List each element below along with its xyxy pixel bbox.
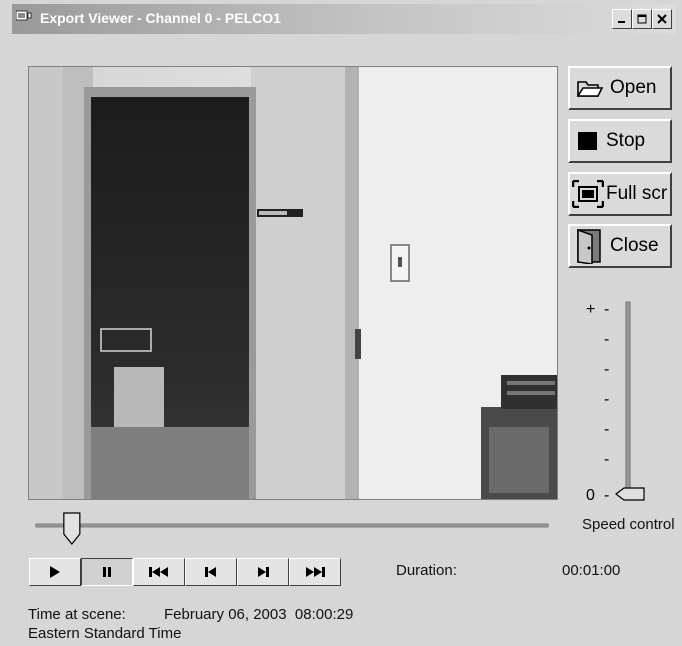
- door-icon: [577, 228, 601, 264]
- speed-min-marker: 0: [586, 487, 595, 504]
- skip-to-start-button[interactable]: [133, 558, 185, 586]
- folder-open-icon: [576, 81, 604, 97]
- stop-square-icon: [578, 132, 597, 150]
- speed-slider-thumb[interactable]: [615, 487, 645, 501]
- close-icon: [657, 14, 667, 24]
- video-scene-image: [29, 67, 557, 499]
- speed-tick: -: [604, 331, 609, 348]
- step-forward-icon: [258, 567, 269, 577]
- fullscreen-icon: [572, 180, 604, 208]
- time-at-scene-value: February 06, 2003 08:00:29: [164, 606, 354, 623]
- close-button-label: Close: [610, 235, 659, 256]
- fullscreen-button[interactable]: Full scr: [568, 172, 672, 216]
- speed-tick: -: [604, 487, 609, 504]
- skip-to-end-icon: [306, 567, 325, 577]
- step-forward-button[interactable]: [237, 558, 289, 586]
- maximize-button[interactable]: [632, 9, 652, 29]
- speed-tick: -: [604, 391, 609, 408]
- close-button[interactable]: Close: [568, 224, 672, 268]
- stop-button[interactable]: Stop: [568, 119, 672, 163]
- stop-button-label: Stop: [606, 130, 646, 151]
- seek-bar[interactable]: [30, 510, 560, 550]
- speed-tick: -: [604, 421, 609, 438]
- speed-tick: -: [604, 451, 609, 468]
- speed-control-label: Speed control: [582, 516, 675, 533]
- window-app-icon: [16, 10, 32, 21]
- open-button[interactable]: Open: [568, 66, 672, 110]
- seek-thumb[interactable]: [63, 512, 81, 545]
- skip-to-end-button[interactable]: [289, 558, 341, 586]
- pause-icon: [103, 567, 111, 577]
- close-window-button[interactable]: [652, 9, 672, 29]
- duration-label: Duration:: [396, 562, 457, 579]
- window-title: Export Viewer - Channel 0 - PELCO1: [40, 10, 281, 26]
- export-viewer-window: Export Viewer - Channel 0 - PELCO1 Open …: [0, 0, 682, 646]
- minimize-button[interactable]: [612, 9, 632, 29]
- step-back-button[interactable]: [185, 558, 237, 586]
- pause-button[interactable]: [81, 558, 133, 586]
- video-frame[interactable]: [28, 66, 558, 500]
- speed-tick: -: [604, 301, 609, 318]
- speed-max-marker: +: [586, 301, 595, 318]
- minimize-icon: [618, 21, 625, 23]
- play-icon: [50, 566, 60, 578]
- transport-controls: [29, 558, 341, 586]
- speed-slider[interactable]: + - - - - - - - 0: [580, 298, 660, 508]
- fullscreen-button-label: Full scr: [606, 183, 668, 204]
- skip-to-start-icon: [149, 567, 168, 577]
- speed-tick: -: [604, 361, 609, 378]
- step-back-icon: [205, 567, 216, 577]
- time-at-scene-label: Time at scene:: [28, 606, 126, 623]
- maximize-icon: [637, 14, 647, 24]
- duration-value: 00:01:00: [562, 562, 621, 579]
- title-bar[interactable]: Export Viewer - Channel 0 - PELCO1: [12, 4, 676, 34]
- open-button-label: Open: [610, 77, 657, 98]
- timezone-label: Eastern Standard Time: [28, 625, 182, 642]
- play-button[interactable]: [29, 558, 81, 586]
